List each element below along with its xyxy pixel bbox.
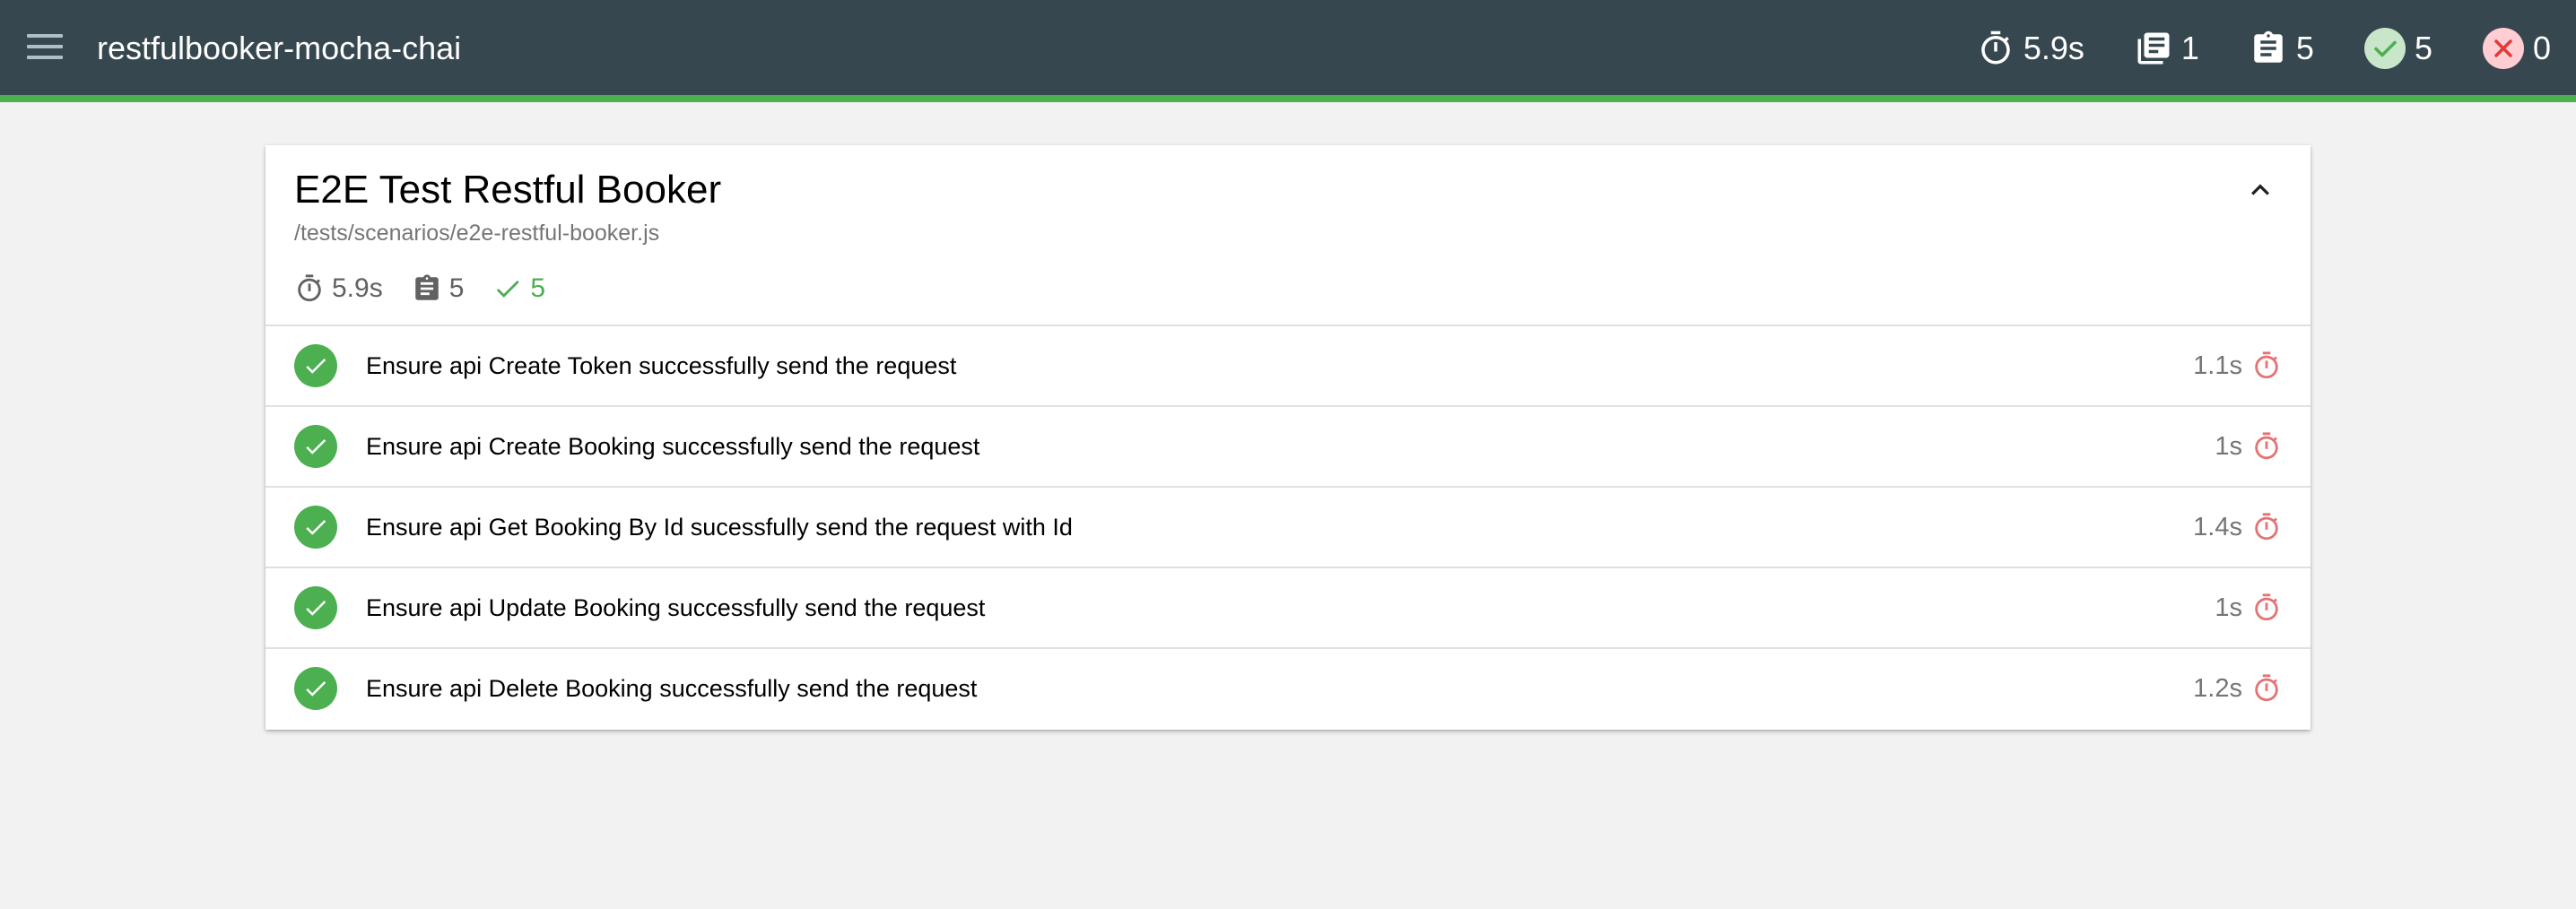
test-duration: 1s [2215,407,2282,486]
test-duration: 1s [2215,568,2282,647]
check-icon [492,273,523,304]
menu-icon[interactable] [27,34,63,63]
library-books-icon [2135,30,2172,67]
cancel-icon [2482,28,2524,69]
test-duration-value: 1.2s [2193,673,2242,703]
timer-icon [2251,512,2282,542]
suite-file-path: /tests/scenarios/e2e-restful-booker.js [294,221,660,246]
timer-icon [2251,431,2282,462]
suite-duration: 5.9s [294,273,383,304]
check-circle-icon [294,667,337,710]
test-row[interactable]: Ensure api Create Token successfully sen… [265,326,2311,407]
navbar-stats: 5.9s 1 5 5 0 [1927,25,2551,72]
suite-header: E2E Test Restful Booker /tests/scenarios… [265,145,2311,326]
suite-passes-value: 5 [530,273,546,303]
test-duration-value: 1.4s [2193,512,2242,541]
test-duration: 1.2s [2193,649,2282,728]
timer-icon [294,273,325,304]
suite-duration-value: 5.9s [332,273,383,303]
stat-failures[interactable]: 0 [2482,28,2551,69]
stat-duration-value: 5.9s [2023,30,2084,66]
stat-tests[interactable]: 5 [2250,30,2314,67]
test-title: Ensure api Create Token successfully sen… [366,352,957,379]
test-row[interactable]: Ensure api Create Booking successfully s… [265,407,2311,488]
test-title: Ensure api Create Booking successfully s… [366,433,980,460]
suite-card: E2E Test Restful Booker /tests/scenarios… [265,145,2311,730]
report-title: restfulbooker-mocha-chai [97,30,462,66]
test-row[interactable]: Ensure api Delete Booking successfully s… [265,649,2311,730]
timer-icon [2251,351,2282,381]
stat-passes[interactable]: 5 [2363,28,2432,69]
stat-passes-value: 5 [2414,30,2432,66]
suite-summary: 5.9s 5 5 [294,267,574,310]
stat-failures-value: 0 [2532,30,2551,66]
stat-suites[interactable]: 1 [2135,30,2199,67]
test-duration: 1.1s [2193,326,2282,405]
check-circle-icon [294,586,337,629]
top-navbar: restfulbooker-mocha-chai 5.9s 1 5 5 0 [0,0,2576,102]
timer-icon [2251,673,2282,704]
check-circle-icon [294,344,337,387]
suite-title: E2E Test Restful Booker [294,168,722,212]
chevron-up-icon[interactable] [2242,172,2278,208]
check-circle-icon [2363,28,2406,69]
suite-tests-value: 5 [448,273,465,303]
stat-tests-value: 5 [2295,30,2314,66]
test-duration-value: 1.1s [2193,351,2242,380]
test-title: Ensure api Get Booking By Id sucessfully… [366,514,1073,541]
assignment-icon [412,273,442,304]
check-circle-icon [294,425,337,468]
test-duration: 1.4s [2193,488,2282,567]
test-title: Ensure api Delete Booking successfully s… [366,675,978,702]
suite-tests-count: 5 [412,273,465,304]
stat-duration[interactable]: 5.9s [1977,30,2084,67]
test-title: Ensure api Update Booking successfully s… [366,594,986,621]
stat-suites-value: 1 [2180,30,2199,66]
suite-passes-count: 5 [492,273,545,304]
test-duration-value: 1s [2215,593,2242,622]
timer-icon [2251,593,2282,623]
test-row[interactable]: Ensure api Get Booking By Id sucessfully… [265,488,2311,568]
test-row[interactable]: Ensure api Update Booking successfully s… [265,568,2311,649]
assignment-icon [2250,30,2287,67]
check-circle-icon [294,506,337,549]
test-duration-value: 1s [2215,431,2242,461]
timer-icon [1977,30,2015,67]
